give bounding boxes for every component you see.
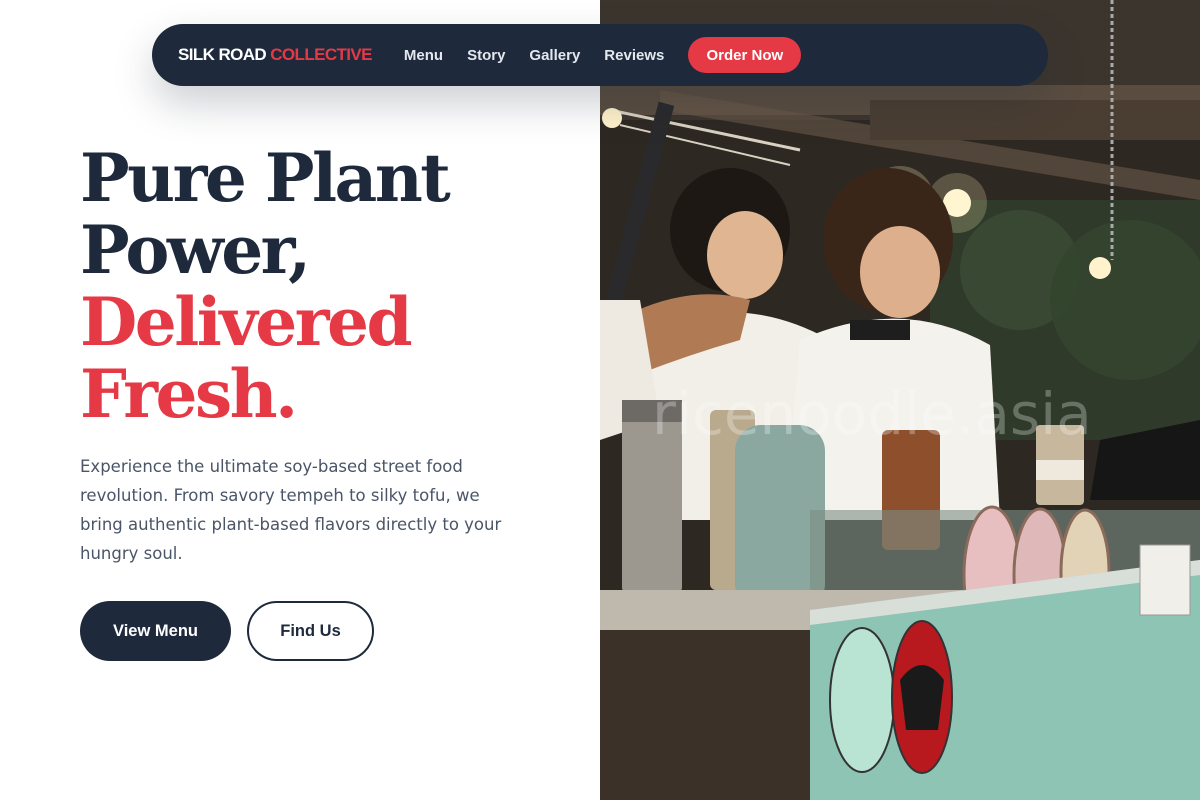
headline-line-4: Fresh. — [80, 355, 298, 433]
nav-links: Menu Story Gallery Reviews — [404, 47, 688, 64]
watermark-text: ricenoodle.asia — [652, 380, 1092, 448]
hero-photo: ricenoodle.asia — [600, 0, 1200, 800]
nav-link-reviews[interactable]: Reviews — [604, 47, 664, 64]
top-navbar: SILK ROAD COLLECTIVE Menu Story Gallery … — [152, 24, 1048, 86]
headline-line-3: Delivered — [80, 283, 413, 361]
view-menu-button[interactable]: View Menu — [80, 601, 231, 661]
brand-primary: SILK ROAD — [178, 45, 267, 64]
hero-headline: Pure Plant Power, Delivered Fresh. — [80, 142, 580, 430]
food-stall-illustration: ricenoodle.asia — [600, 0, 1200, 800]
hero-description: Experience the ultimate soy-based street… — [80, 457, 502, 563]
headline-line-1: Pure Plant — [80, 139, 451, 217]
headline-line-2: Power, — [80, 211, 311, 289]
find-us-button[interactable]: Find Us — [247, 601, 374, 661]
brand-logo[interactable]: SILK ROAD COLLECTIVE — [178, 45, 373, 65]
nav-link-gallery[interactable]: Gallery — [529, 47, 580, 64]
brand-accent: COLLECTIVE — [270, 45, 372, 64]
order-now-button[interactable]: Order Now — [688, 37, 802, 73]
nav-link-menu[interactable]: Menu — [404, 47, 443, 64]
nav-link-story[interactable]: Story — [467, 47, 505, 64]
